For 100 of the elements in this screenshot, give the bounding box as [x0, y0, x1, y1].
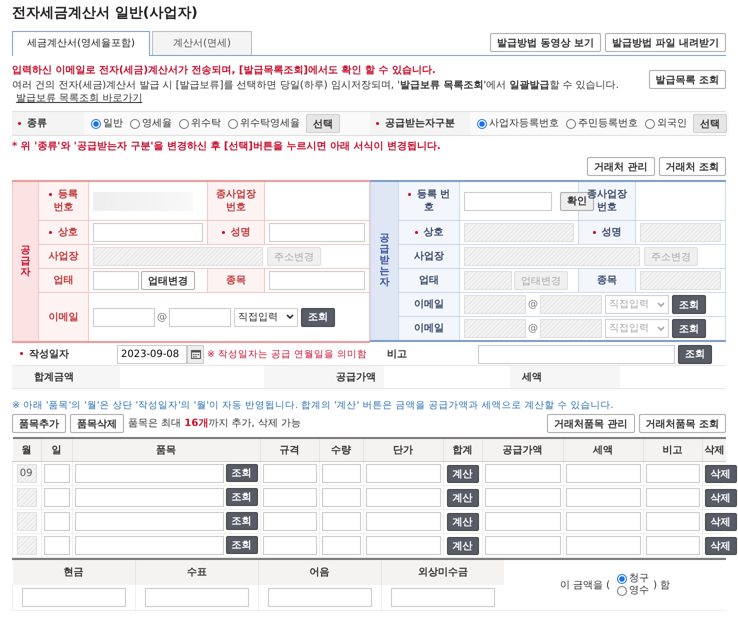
tab[interactable]: 계산서(면세)	[152, 31, 252, 55]
column-header: 외상미수금	[381, 560, 504, 585]
button[interactable]: 발급목록 조회	[648, 70, 726, 89]
button[interactable]: 품목삭제	[70, 414, 124, 433]
input-field[interactable]	[322, 536, 360, 555]
input-field[interactable]	[93, 271, 139, 290]
field-label: 상호	[49, 226, 78, 239]
button[interactable]: 거래처 조회	[658, 157, 726, 176]
input-field[interactable]	[366, 464, 440, 483]
input-field[interactable]	[44, 536, 70, 555]
input-field[interactable]	[269, 223, 365, 242]
input-field[interactable]	[268, 588, 372, 607]
input-field[interactable]	[366, 488, 440, 507]
input-field[interactable]	[366, 512, 440, 531]
button[interactable]: 품목추가	[12, 414, 66, 433]
button[interactable]: 거래처 관리	[587, 157, 655, 176]
input-field[interactable]	[484, 488, 560, 507]
button[interactable]: 계산	[446, 488, 478, 506]
input-field[interactable]	[74, 536, 224, 555]
radio-button[interactable]	[91, 118, 101, 128]
input-field[interactable]	[322, 488, 360, 507]
button[interactable]: 거래처품목 관리	[547, 414, 635, 433]
radio-button[interactable]	[566, 118, 576, 128]
input-field[interactable]	[646, 464, 700, 483]
button[interactable]: 조회	[226, 512, 258, 530]
button[interactable]: 조회	[226, 464, 258, 482]
input-field[interactable]	[262, 512, 316, 531]
dropdown[interactable]: 직접입력	[234, 308, 298, 326]
input-field[interactable]	[44, 488, 70, 507]
column-header: 합계	[443, 438, 482, 462]
button[interactable]: 발급방법 동영상 보기	[490, 33, 602, 52]
column-header: 품목	[72, 438, 260, 462]
input-field[interactable]	[44, 464, 70, 483]
button[interactable]: 삭제	[704, 464, 736, 482]
button[interactable]: 발급방법 파일 내려받기	[605, 33, 726, 52]
input-field[interactable]	[366, 536, 440, 555]
button[interactable]: 조회	[678, 344, 712, 364]
input-field[interactable]	[262, 464, 316, 483]
button[interactable]: 계산	[446, 536, 478, 554]
input-field[interactable]	[44, 512, 70, 531]
calendar-icon[interactable]	[187, 344, 204, 364]
input-field[interactable]	[464, 192, 552, 210]
radio-button[interactable]	[645, 118, 655, 128]
radio-button[interactable]	[228, 118, 238, 128]
button[interactable]: 선택	[693, 114, 727, 133]
field-label: 세액	[522, 370, 542, 384]
radio-button[interactable]	[179, 118, 189, 128]
input-field[interactable]	[484, 536, 560, 555]
radio-button[interactable]	[130, 118, 140, 128]
button[interactable]: 선택	[306, 114, 340, 133]
input-field[interactable]	[74, 488, 224, 507]
input-field[interactable]	[484, 464, 560, 483]
date-field[interactable]: 2023-09-08	[117, 344, 187, 364]
tab[interactable]: 세금계산서(영세율포함)	[12, 31, 150, 56]
button[interactable]: 삭제	[704, 488, 736, 506]
radio-button[interactable]	[477, 118, 487, 128]
input-field[interactable]	[390, 588, 495, 607]
radio-button[interactable]	[617, 574, 628, 584]
button[interactable]: 조회	[226, 488, 258, 506]
input-field[interactable]	[144, 588, 249, 607]
input-field[interactable]	[74, 464, 224, 483]
input-field[interactable]	[566, 536, 640, 555]
radio-button[interactable]	[617, 586, 628, 596]
input-field[interactable]	[478, 344, 675, 364]
button[interactable]: 삭제	[704, 512, 736, 530]
input-field[interactable]	[566, 488, 640, 507]
input-field[interactable]	[262, 536, 316, 555]
input-field[interactable]	[322, 512, 360, 531]
button[interactable]: 업태변경	[141, 271, 195, 290]
input-field[interactable]	[484, 512, 560, 531]
input-field[interactable]	[93, 308, 155, 326]
input-field[interactable]	[169, 308, 231, 326]
link[interactable]: 발급보류 목록조회 바로가기	[16, 92, 142, 105]
button[interactable]: 조회	[226, 536, 258, 554]
field-label: 업태	[54, 274, 74, 287]
button[interactable]: 거래처품목 조회	[638, 414, 726, 433]
field-label: 성명	[592, 226, 622, 239]
input-field[interactable]	[566, 512, 640, 531]
input-field[interactable]	[22, 588, 126, 607]
column-header: 어음	[258, 560, 382, 585]
input-field[interactable]	[646, 536, 700, 555]
panel-heading: 공급자	[20, 244, 30, 278]
input-field[interactable]	[646, 488, 700, 507]
input-field[interactable]	[74, 512, 224, 531]
input-field[interactable]	[93, 223, 203, 242]
notice-text: * 위 '종류'와 '공급받는자 구분'을 변경하신 후 [선택]버튼을 누르시면 아래 서식이 변경됩니다.	[12, 140, 442, 153]
field-label: 등록 번호	[403, 188, 455, 214]
input-field[interactable]	[322, 464, 360, 483]
button[interactable]: 조회	[301, 308, 335, 326]
button[interactable]: 삭제	[704, 536, 736, 554]
button[interactable]: 계산	[446, 512, 478, 530]
limit-text: 품목은 최대 16개까지 추가, 삭제 가능	[128, 417, 301, 430]
panel-heading: 공급받는자	[380, 233, 390, 288]
field-label: 사업장	[48, 250, 78, 263]
input-field[interactable]	[566, 464, 640, 483]
input-field[interactable]	[262, 488, 316, 507]
radio-label: 사업자등록번호	[489, 117, 559, 130]
button[interactable]: 계산	[446, 464, 478, 482]
input-field[interactable]	[269, 271, 365, 290]
input-field[interactable]	[646, 512, 700, 531]
